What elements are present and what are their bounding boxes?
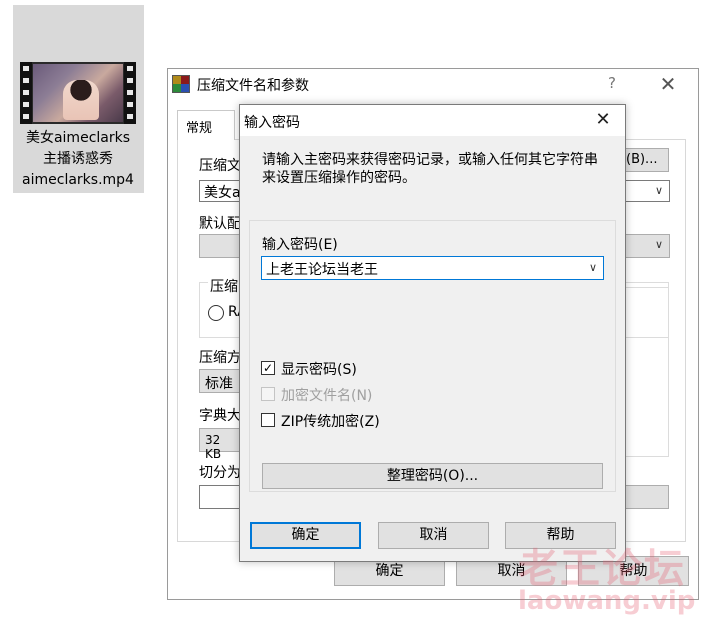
password-cancel-button[interactable]: 取消 bbox=[378, 522, 489, 549]
dictionary-size-dropdown[interactable]: 32 KB bbox=[199, 428, 243, 461]
password-input[interactable]: 上老王论坛当老王 ∨ bbox=[261, 256, 604, 280]
password-dialog-close-icon[interactable]: ✕ bbox=[590, 107, 616, 133]
tab-general[interactable]: 常规 bbox=[177, 110, 235, 140]
password-dialog-title: 输入密码 bbox=[244, 115, 300, 131]
zip-legacy-encryption-label[interactable]: ZIP传统加密(Z) bbox=[281, 411, 380, 431]
watermark-url: laowang.vip bbox=[518, 586, 696, 616]
main-dialog-help-icon[interactable]: ? bbox=[602, 74, 622, 94]
password-label: 输入密码(E) bbox=[262, 237, 338, 253]
show-password-checkbox[interactable]: ✓ bbox=[261, 361, 275, 375]
archive-name-label: 压缩文 bbox=[199, 158, 241, 174]
file-name-line-3: aimeclarks.mp4 bbox=[22, 172, 134, 188]
encrypt-filenames-label: 加密文件名(N) bbox=[281, 388, 373, 404]
archive-format-label: 压缩 bbox=[208, 276, 240, 296]
dictionary-size-label: 字典大 bbox=[199, 408, 241, 424]
compression-method-label: 压缩方 bbox=[199, 350, 241, 366]
chevron-down-icon[interactable]: ∨ bbox=[589, 261, 597, 274]
video-thumbnail bbox=[20, 62, 136, 124]
password-value: 上老王论坛当老王 bbox=[266, 262, 378, 278]
chevron-down-icon[interactable]: ∨ bbox=[655, 184, 663, 197]
password-ok-button[interactable]: 确定 bbox=[250, 522, 361, 549]
archive-options-group bbox=[620, 287, 669, 457]
split-volumes-label: 切分为 bbox=[199, 465, 241, 481]
format-rar-radio[interactable] bbox=[208, 305, 224, 321]
encrypt-filenames-checkbox bbox=[261, 387, 275, 401]
zip-legacy-encryption-checkbox[interactable] bbox=[261, 413, 275, 427]
organize-passwords-button[interactable]: 整理密码(O)... bbox=[262, 463, 603, 489]
winrar-app-icon bbox=[172, 75, 190, 93]
chevron-down-icon[interactable]: ∨ bbox=[655, 238, 663, 251]
main-dialog-title: 压缩文件名和参数 bbox=[197, 78, 309, 94]
file-name-line-1: 美女aimeclarks bbox=[25, 130, 131, 146]
profile-label: 默认配 bbox=[199, 216, 241, 232]
compression-method-dropdown[interactable]: 标准 bbox=[199, 369, 243, 393]
archive-name-value: 美女a bbox=[204, 185, 241, 201]
split-volumes-field[interactable] bbox=[199, 485, 243, 509]
password-intro-text: 请输入主密码来获得密码记录，或输入任何其它字符串来设置压缩操作的密码。 bbox=[262, 152, 598, 186]
show-password-label[interactable]: 显示密码(S) bbox=[281, 359, 357, 379]
main-dialog-close-icon[interactable]: ✕ bbox=[656, 72, 680, 96]
set-password-button[interactable] bbox=[620, 485, 669, 509]
file-name-line-2: 主播诱惑秀 bbox=[43, 151, 113, 167]
file-name-label: 美女aimeclarks 主播诱惑秀 aimeclarks.mp4 bbox=[15, 128, 141, 191]
